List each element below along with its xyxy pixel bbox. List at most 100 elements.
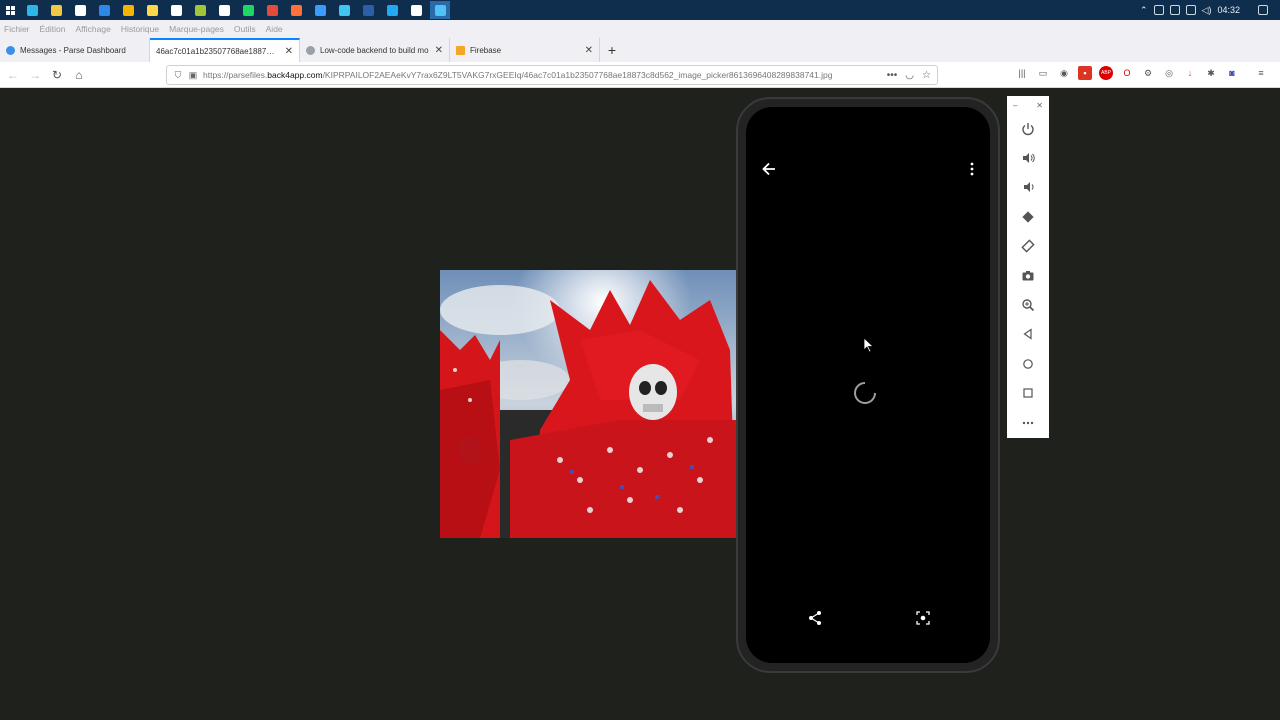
- menu-help[interactable]: Aide: [266, 24, 283, 34]
- vscode-taskbar-button[interactable]: [382, 1, 402, 19]
- lens-icon[interactable]: [915, 610, 931, 626]
- start-button[interactable]: [0, 0, 20, 20]
- tab-bar: Messages - Parse Dashboard 46ac7c01a1b23…: [0, 38, 1280, 62]
- library-icon[interactable]: |||: [1015, 66, 1029, 80]
- menu-edit[interactable]: Édition: [40, 24, 66, 34]
- store-taskbar-button[interactable]: [70, 1, 90, 19]
- opera-icon[interactable]: O: [1120, 66, 1134, 80]
- photos-taskbar-button[interactable]: [310, 1, 330, 19]
- extension-blue-icon[interactable]: ◙: [1225, 66, 1239, 80]
- nav-overview-button[interactable]: [1007, 379, 1049, 408]
- settings-taskbar-button[interactable]: [214, 1, 234, 19]
- lock-icon[interactable]: ▣: [188, 70, 198, 80]
- rotate-right-button[interactable]: [1007, 232, 1049, 261]
- more-options-button[interactable]: [1007, 408, 1049, 437]
- chevron-up-icon[interactable]: ⌃: [1140, 5, 1148, 16]
- back-icon[interactable]: ←: [2, 64, 24, 86]
- remote-desktop-icon: [338, 4, 350, 16]
- powershell-taskbar-button[interactable]: [358, 1, 378, 19]
- tab-image[interactable]: 46ac7c01a1b23507768ae18873c8d562_image_p…: [150, 38, 300, 62]
- close-tab-icon[interactable]: ✕: [285, 46, 293, 57]
- home-circle-icon: [1023, 359, 1033, 369]
- carnival-photo: [440, 270, 736, 538]
- notepad-taskbar-button[interactable]: [190, 1, 210, 19]
- rotate-left-button[interactable]: [1007, 202, 1049, 231]
- menu-hamburger-icon[interactable]: ≡: [1254, 66, 1268, 80]
- adblock-icon[interactable]: ABP: [1099, 66, 1113, 80]
- account-icon[interactable]: ◉: [1057, 66, 1071, 80]
- tab-back4app[interactable]: Low-code backend to build mo ✕: [300, 38, 450, 62]
- screenshot-button[interactable]: [1007, 261, 1049, 290]
- mouse-cursor-icon: [863, 337, 875, 353]
- firefox-taskbar-button[interactable]: [286, 1, 306, 19]
- system-tray: ⌃ ◁) 04:32: [1140, 5, 1280, 16]
- menu-tools[interactable]: Outils: [234, 24, 256, 34]
- menu-bookmarks[interactable]: Marque-pages: [169, 24, 224, 34]
- volume-down-button[interactable]: [1007, 173, 1049, 202]
- menu-view[interactable]: Affichage: [76, 24, 111, 34]
- forward-icon[interactable]: →: [24, 64, 46, 86]
- tab-firebase[interactable]: Firebase ✕: [450, 38, 600, 62]
- notes-taskbar-button[interactable]: [406, 1, 426, 19]
- url-text[interactable]: https://parsefiles.back4app.com/KIPRPAIL…: [203, 70, 887, 80]
- new-tab-button[interactable]: +: [600, 38, 624, 62]
- camera-icon: [1022, 270, 1034, 281]
- pocket-icon[interactable]: ◡: [905, 70, 914, 81]
- arrow-back-icon[interactable]: [760, 160, 778, 178]
- chrome-taskbar-button[interactable]: [118, 1, 138, 19]
- reload-icon[interactable]: ↻: [46, 64, 68, 86]
- github-icon[interactable]: ◎: [1162, 66, 1176, 80]
- address-bar[interactable]: ⛉ ▣ https://parsefiles.back4app.com/KIPR…: [166, 65, 938, 85]
- extension-puzzle-icon[interactable]: ✱: [1204, 66, 1218, 80]
- windows-logo-icon: [5, 5, 15, 15]
- office-taskbar-button[interactable]: [166, 1, 186, 19]
- menu-bar: Fichier Édition Affichage Historique Mar…: [0, 20, 1280, 38]
- video-icon: [266, 4, 278, 16]
- battery-icon[interactable]: [1169, 5, 1180, 15]
- shield-icon[interactable]: ⛉: [173, 70, 183, 80]
- zoom-button[interactable]: [1007, 290, 1049, 319]
- rotate-right-icon: [1021, 239, 1035, 253]
- close-tab-icon[interactable]: ✕: [435, 45, 443, 56]
- menu-history[interactable]: Historique: [121, 24, 159, 34]
- volume-icon[interactable]: ◁): [1202, 5, 1212, 16]
- store-icon: [74, 4, 86, 16]
- notifications-icon[interactable]: [1258, 5, 1268, 15]
- mic-icon[interactable]: [1153, 5, 1164, 15]
- video-taskbar-button[interactable]: [262, 1, 282, 19]
- android-studio-taskbar-button[interactable]: [430, 1, 450, 19]
- tab-parse-dashboard[interactable]: Messages - Parse Dashboard: [0, 38, 150, 62]
- close-tab-icon[interactable]: ✕: [585, 45, 593, 56]
- page-actions-icon[interactable]: •••: [887, 70, 898, 81]
- extension-gear-icon[interactable]: ⚙: [1141, 66, 1155, 80]
- share-icon[interactable]: [807, 610, 823, 626]
- sidebar-icon[interactable]: ▭: [1036, 66, 1050, 80]
- file-explorer-taskbar-button[interactable]: [46, 1, 66, 19]
- spotify-taskbar-button[interactable]: [238, 1, 258, 19]
- volume-up-button[interactable]: [1007, 143, 1049, 172]
- loading-spinner-icon: [854, 382, 876, 404]
- close-icon[interactable]: ✕: [1036, 101, 1043, 110]
- nav-back-button[interactable]: [1007, 320, 1049, 349]
- photos-icon: [314, 4, 326, 16]
- home-icon[interactable]: ⌂: [68, 64, 90, 86]
- download-icon[interactable]: ↓: [1183, 66, 1197, 80]
- stocks-icon: [146, 4, 158, 16]
- network-icon[interactable]: [1185, 5, 1196, 15]
- minimize-icon[interactable]: –: [1013, 101, 1017, 110]
- remote-desktop-taskbar-button[interactable]: [334, 1, 354, 19]
- menu-file[interactable]: Fichier: [4, 24, 30, 34]
- edge-taskbar-button[interactable]: [22, 1, 42, 19]
- bookmark-star-icon[interactable]: ☆: [922, 70, 931, 81]
- overview-square-icon: [1023, 388, 1033, 398]
- stocks-taskbar-button[interactable]: [142, 1, 162, 19]
- extensions-toolbar: ||| ▭ ◉ ▪ ABP O ⚙ ◎ ↓ ✱ ◙ ≡: [1015, 66, 1268, 80]
- power-button[interactable]: [1007, 114, 1049, 143]
- nav-home-button[interactable]: [1007, 349, 1049, 378]
- page-content: – ✕: [0, 88, 1280, 720]
- mail-taskbar-button[interactable]: [94, 1, 114, 19]
- more-vertical-icon[interactable]: [965, 160, 979, 178]
- clock[interactable]: 04:32: [1217, 5, 1240, 15]
- chrome-icon: [122, 4, 134, 16]
- extension-red-icon[interactable]: ▪: [1078, 66, 1092, 80]
